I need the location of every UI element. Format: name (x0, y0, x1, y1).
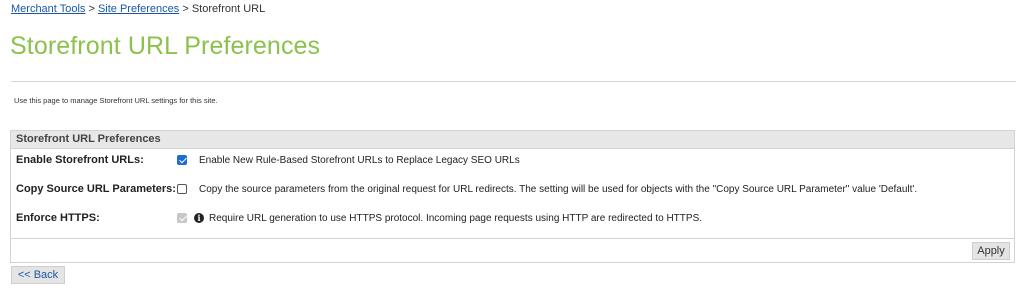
breadcrumb-separator: > (88, 3, 95, 15)
row-copy-source-url-parameters: Copy Source URL Parameters: Copy the sou… (11, 179, 1014, 199)
apply-button[interactable]: Apply (972, 242, 1010, 260)
copy-source-url-parameters-description: Copy the source parameters from the orig… (199, 183, 918, 195)
title-divider (11, 81, 1016, 82)
back-button[interactable]: << Back (11, 266, 65, 284)
row-enable-storefront-urls: Enable Storefront URLs: Enable New Rule-… (11, 150, 1014, 170)
enforce-https-description: Require URL generation to use HTTPS prot… (209, 212, 703, 224)
panel-header: Storefront URL Preferences (11, 131, 1014, 149)
enable-storefront-urls-label: Enable Storefront URLs: (16, 154, 144, 166)
enforce-https-checkbox (177, 213, 187, 223)
enforce-https-label: Enforce HTTPS: (16, 212, 100, 224)
breadcrumb-merchant-tools[interactable]: Merchant Tools (11, 3, 85, 15)
info-circle-icon: i (194, 213, 204, 223)
page-intro: Use this page to manage Storefront URL s… (14, 96, 218, 105)
panel-footer-divider (11, 238, 1014, 239)
copy-source-url-parameters-label: Copy Source URL Parameters: (16, 183, 176, 195)
enable-storefront-urls-description: Enable New Rule-Based Storefront URLs to… (199, 154, 520, 166)
preferences-panel: Storefront URL Preferences Enable Storef… (10, 130, 1015, 263)
breadcrumb-separator: > (182, 3, 189, 15)
enable-storefront-urls-checkbox[interactable] (177, 155, 187, 165)
breadcrumb-site-preferences[interactable]: Site Preferences (98, 3, 179, 15)
breadcrumb: Merchant Tools > Site Preferences > Stor… (11, 3, 265, 15)
copy-source-url-parameters-checkbox[interactable] (177, 184, 187, 194)
row-enforce-https: Enforce HTTPS: i Require URL generation … (11, 208, 1014, 228)
page-title: Storefront URL Preferences (10, 32, 321, 60)
breadcrumb-current: Storefront URL (191, 3, 266, 15)
